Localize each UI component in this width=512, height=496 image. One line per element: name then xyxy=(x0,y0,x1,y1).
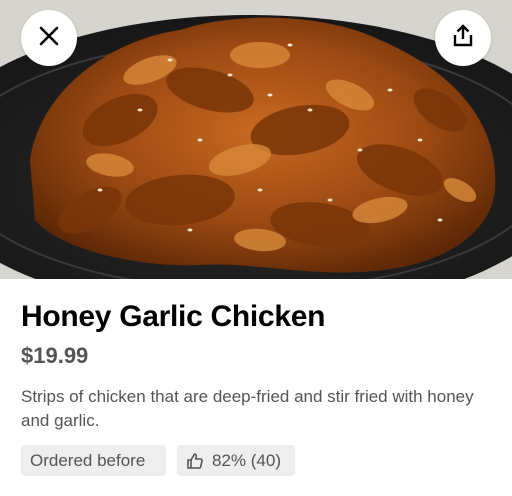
item-price: $19.99 xyxy=(21,343,89,368)
ordered-before-badge: Ordered before xyxy=(21,445,166,476)
ordered-before-label: Ordered before xyxy=(30,450,146,470)
share-button[interactable] xyxy=(435,10,491,66)
item-description: Strips of chicken that are deep-fried an… xyxy=(21,387,474,430)
rating-label: 82% (40) xyxy=(212,450,281,470)
close-icon xyxy=(38,25,60,52)
share-icon xyxy=(452,23,474,53)
rating-badge: 82% (40) xyxy=(177,445,295,476)
thumbs-up-icon xyxy=(186,452,204,470)
close-button[interactable] xyxy=(21,10,77,66)
item-title: Honey Garlic Chicken xyxy=(21,300,326,333)
